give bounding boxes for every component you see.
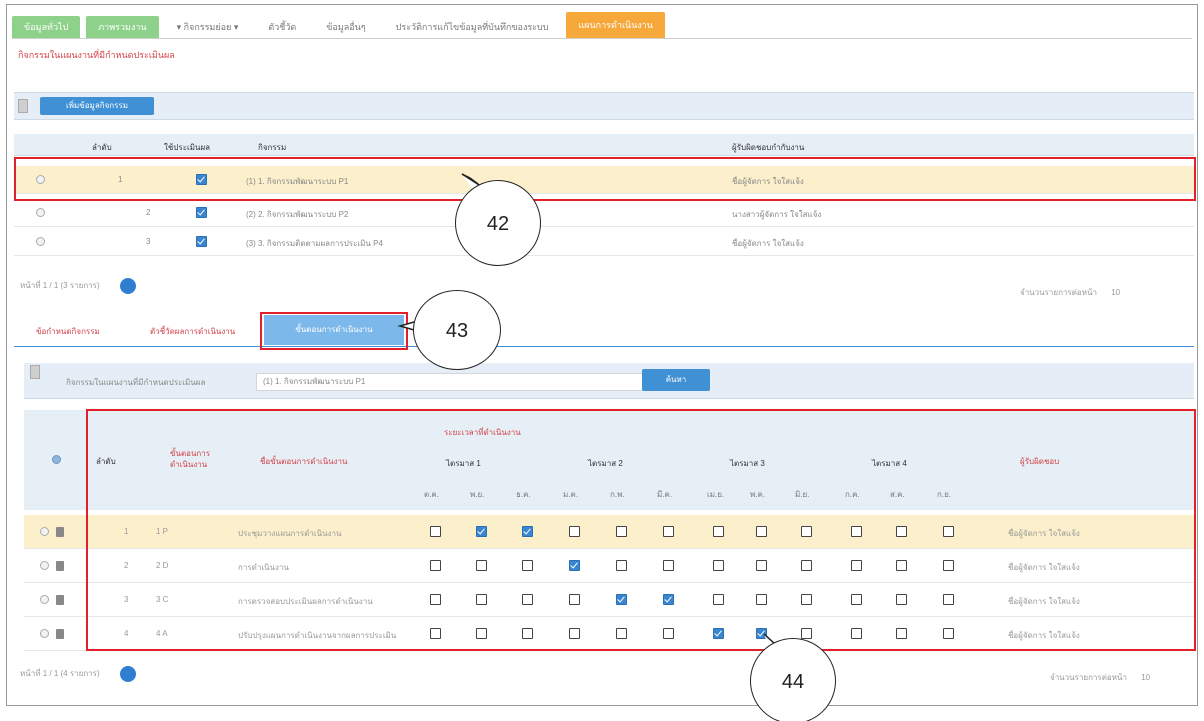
callout-tails: [397, 173, 788, 663]
callout-43: 43: [413, 290, 501, 370]
callout-44: 44: [750, 638, 836, 721]
callout-42: 42: [455, 180, 541, 266]
